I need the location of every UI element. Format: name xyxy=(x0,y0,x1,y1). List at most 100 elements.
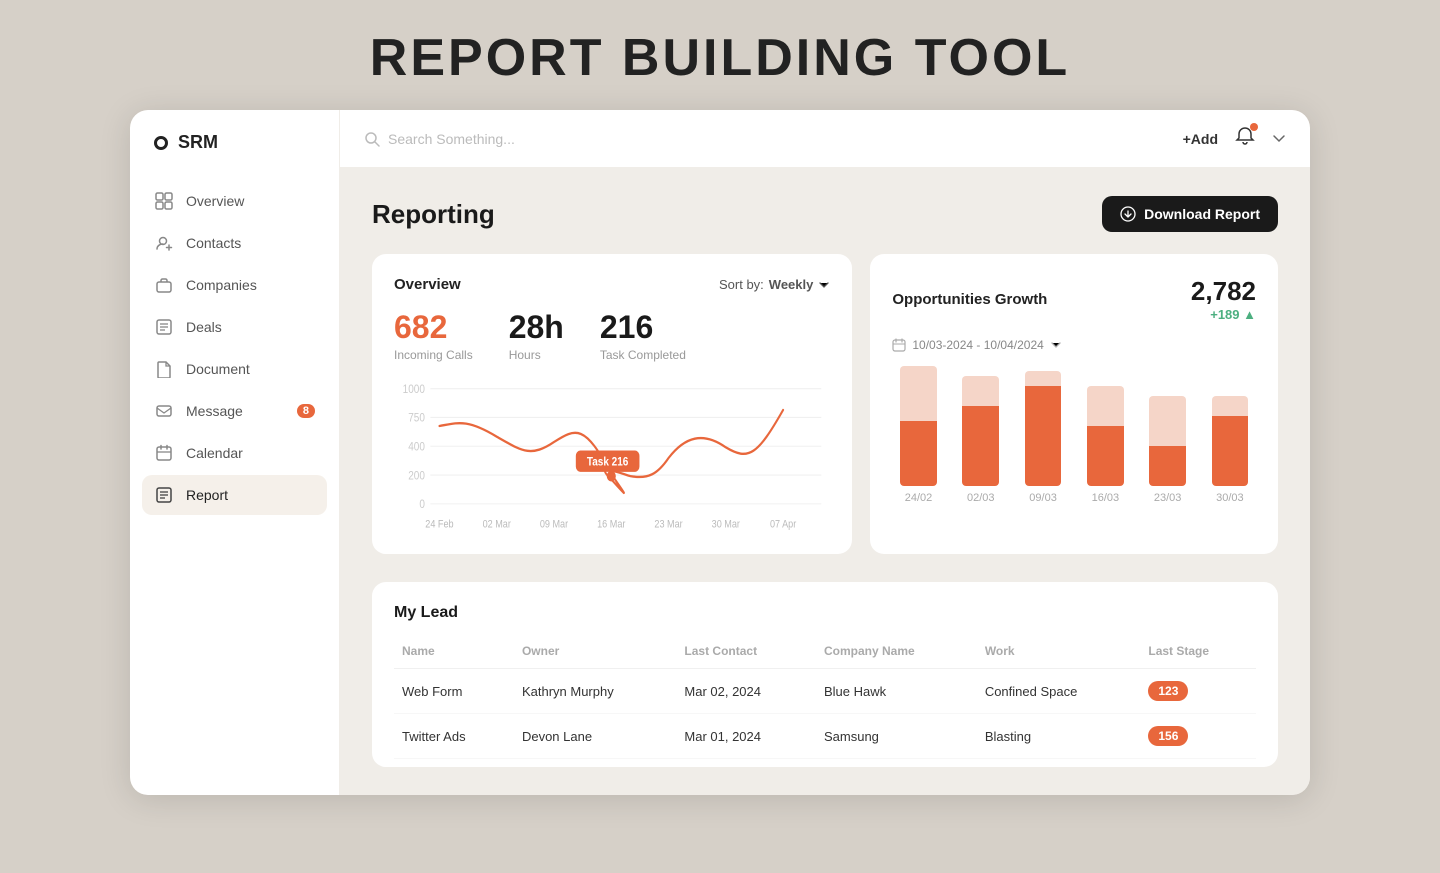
sort-value: Weekly xyxy=(769,277,814,292)
search-placeholder[interactable]: Search Something... xyxy=(388,131,515,147)
opp-card-header: Opportunities Growth 2,782 +189 ▲ xyxy=(892,276,1256,322)
chevron-down-icon[interactable] xyxy=(1272,132,1286,146)
sidebar-item-contacts[interactable]: Contacts xyxy=(142,223,327,263)
download-icon xyxy=(1120,206,1136,222)
sidebar-item-document[interactable]: Document xyxy=(142,349,327,389)
sidebar-item-message[interactable]: Message 8 xyxy=(142,391,327,431)
sidebar: SRM Overview xyxy=(130,110,340,795)
svg-text:16 Mar: 16 Mar xyxy=(597,519,626,531)
message-badge: 8 xyxy=(297,404,315,418)
cell-work: Confined Space xyxy=(977,669,1141,714)
table-row: Web Form Kathryn Murphy Mar 02, 2024 Blu… xyxy=(394,669,1256,714)
deals-icon xyxy=(154,317,174,337)
sidebar-item-label: Companies xyxy=(186,277,257,293)
overview-card-title: Overview xyxy=(394,276,461,293)
lead-table: Name Owner Last Contact Company Name Wor… xyxy=(394,638,1256,759)
logo-text: SRM xyxy=(178,132,218,153)
stat-value-hours: 28h xyxy=(509,309,564,346)
mail-icon xyxy=(154,401,174,421)
sidebar-item-overview[interactable]: Overview xyxy=(142,181,327,221)
table-row: Twitter Ads Devon Lane Mar 01, 2024 Sams… xyxy=(394,714,1256,759)
opp-value: 2,782 xyxy=(1191,276,1256,307)
opp-change: +189 ▲ xyxy=(1191,307,1256,322)
cell-name: Web Form xyxy=(394,669,514,714)
bar-group: 16/03 xyxy=(1079,366,1131,504)
sidebar-item-report[interactable]: Report xyxy=(142,475,327,515)
my-lead-section: My Lead Name Owner Last Contact Company … xyxy=(372,582,1278,767)
bar-bottom xyxy=(962,406,999,486)
stat-incoming-calls: 682 Incoming Calls xyxy=(394,309,473,362)
col-company: Company Name xyxy=(816,638,977,669)
sidebar-item-label: Contacts xyxy=(186,235,241,251)
main-content: Search Something... +Add R xyxy=(340,110,1310,795)
sort-control[interactable]: Sort by: Weekly xyxy=(719,277,830,292)
chevron-down-small-icon xyxy=(1050,339,1062,351)
stat-label-tasks: Task Completed xyxy=(600,348,686,362)
sidebar-logo: SRM xyxy=(130,110,339,173)
bar-group: 24/02 xyxy=(892,366,944,504)
bar-label: 30/03 xyxy=(1216,492,1244,504)
header-actions: +Add xyxy=(1183,125,1286,152)
overview-card-header: Overview Sort by: Weekly xyxy=(394,276,830,293)
sidebar-item-label: Document xyxy=(186,361,250,377)
col-last-contact: Last Contact xyxy=(676,638,816,669)
download-report-button[interactable]: Download Report xyxy=(1102,196,1278,232)
line-chart-svg: 1000 750 400 200 0 24 Feb 02 Mar 09 Mar … xyxy=(394,378,830,538)
stat-hours: 28h Hours xyxy=(509,309,564,362)
svg-text:02 Mar: 02 Mar xyxy=(483,519,512,531)
notification-button[interactable] xyxy=(1234,125,1256,152)
sort-label: Sort by: xyxy=(719,277,764,292)
bar-label: 02/03 xyxy=(967,492,995,504)
sidebar-nav: Overview Contacts xyxy=(130,173,339,523)
svg-text:Task 216: Task 216 xyxy=(587,456,628,469)
cell-company: Blue Hawk xyxy=(816,669,977,714)
bar-chart: 24/0202/0309/0316/0323/0330/03 xyxy=(892,366,1256,526)
svg-text:30 Mar: 30 Mar xyxy=(712,519,741,531)
col-work: Work xyxy=(977,638,1141,669)
col-stage: Last Stage xyxy=(1140,638,1256,669)
lead-section-title: My Lead xyxy=(394,604,1256,622)
stat-value-calls: 682 xyxy=(394,309,473,346)
opp-card-title: Opportunities Growth xyxy=(892,291,1047,308)
bar-top xyxy=(1025,371,1062,386)
svg-text:09 Mar: 09 Mar xyxy=(540,519,569,531)
search-bar: Search Something... xyxy=(364,131,1167,147)
stat-value-tasks: 216 xyxy=(600,309,686,346)
content-header: Reporting Download Report xyxy=(372,196,1278,232)
notification-dot xyxy=(1250,123,1258,131)
person-add-icon xyxy=(154,233,174,253)
document-icon xyxy=(154,359,174,379)
search-icon xyxy=(364,131,380,147)
report-icon xyxy=(154,485,174,505)
bar-label: 23/03 xyxy=(1154,492,1182,504)
sidebar-item-companies[interactable]: Companies xyxy=(142,265,327,305)
stats-row: 682 Incoming Calls 28h Hours 216 Task Co… xyxy=(394,309,830,362)
bar-bottom xyxy=(1025,386,1062,486)
svg-text:24 Feb: 24 Feb xyxy=(425,519,454,531)
add-button[interactable]: +Add xyxy=(1183,131,1218,147)
svg-text:200: 200 xyxy=(408,470,425,483)
overview-card: Overview Sort by: Weekly 682 xyxy=(372,254,852,554)
cell-company: Samsung xyxy=(816,714,977,759)
sidebar-item-calendar[interactable]: Calendar xyxy=(142,433,327,473)
calendar-icon xyxy=(154,443,174,463)
cell-owner: Devon Lane xyxy=(514,714,676,759)
bar-bottom xyxy=(1212,416,1249,486)
stage-badge: 123 xyxy=(1148,681,1188,701)
col-owner: Owner xyxy=(514,638,676,669)
opp-date-range[interactable]: 10/03-2024 - 10/04/2024 xyxy=(892,338,1256,352)
opp-header-right: 2,782 +189 ▲ xyxy=(1191,276,1256,322)
svg-text:23 Mar: 23 Mar xyxy=(654,519,683,531)
sidebar-item-deals[interactable]: Deals xyxy=(142,307,327,347)
grid-icon xyxy=(154,191,174,211)
app-header: Search Something... +Add xyxy=(340,110,1310,168)
calendar-small-icon xyxy=(892,338,906,352)
stat-label-calls: Incoming Calls xyxy=(394,348,473,362)
sidebar-item-label: Deals xyxy=(186,319,222,335)
sidebar-item-label: Message xyxy=(186,403,243,419)
svg-text:1000: 1000 xyxy=(403,383,425,396)
logo-dot xyxy=(154,136,168,150)
bar-group: 30/03 xyxy=(1204,366,1256,504)
bar-top xyxy=(962,376,999,406)
charts-row: Overview Sort by: Weekly 682 xyxy=(372,254,1278,554)
